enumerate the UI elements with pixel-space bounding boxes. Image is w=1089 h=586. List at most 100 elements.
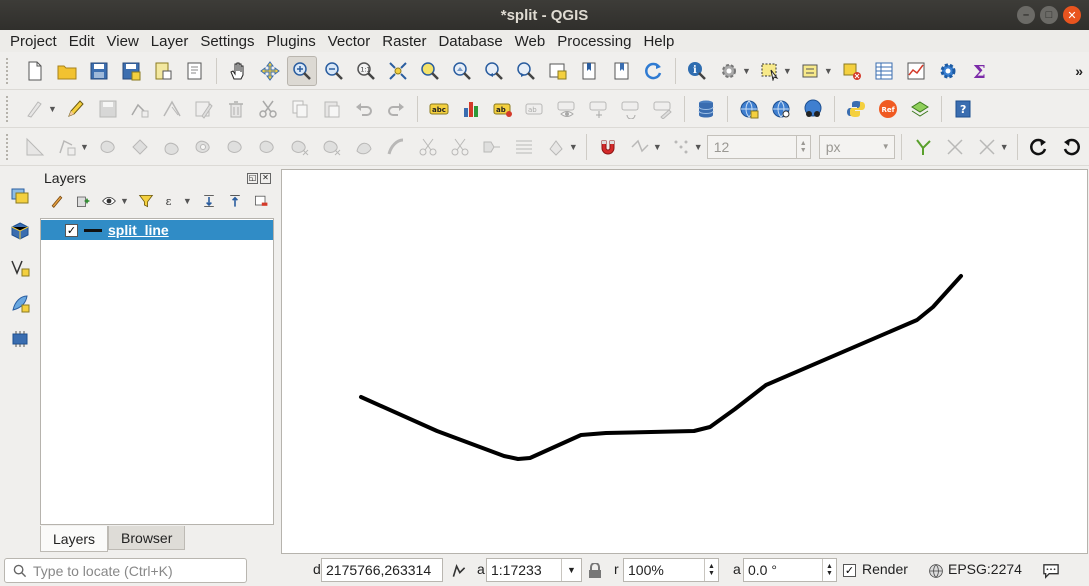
minimize-button[interactable]: – xyxy=(1017,6,1035,24)
layer-labeling-button[interactable]: abc xyxy=(424,94,454,124)
chevron-down-icon[interactable]: ▼ xyxy=(824,66,833,76)
open-project-button[interactable] xyxy=(52,56,82,86)
add-part-button[interactable] xyxy=(221,132,251,162)
close-panel-button[interactable]: ✕ xyxy=(260,172,271,184)
new-virtual-layer-button[interactable] xyxy=(5,324,35,354)
zoom-last-button[interactable] xyxy=(479,56,509,86)
manage-map-themes-button[interactable] xyxy=(98,190,120,212)
move-feature-button[interactable] xyxy=(93,132,123,162)
undo-rotate-button[interactable] xyxy=(1056,132,1086,162)
rotation-spinbox[interactable]: 0.0 ° ▲ ▼ xyxy=(743,558,837,582)
vertex-tool-button[interactable] xyxy=(157,94,187,124)
new-spatialite-layer-button[interactable] xyxy=(5,288,35,318)
actions-button[interactable] xyxy=(714,56,744,86)
offset-curve-button[interactable] xyxy=(381,132,411,162)
chevron-down-icon[interactable]: ▼ xyxy=(783,66,792,76)
crs-label[interactable]: EPSG:2274 xyxy=(948,561,1022,577)
close-button[interactable]: ✕ xyxy=(1063,6,1081,24)
cut-features-button[interactable] xyxy=(253,94,283,124)
layer-row[interactable]: ✓ split_line xyxy=(41,220,273,240)
rotate-label-button[interactable] xyxy=(616,94,646,124)
crs-globe-icon[interactable] xyxy=(928,563,944,579)
scale-select[interactable]: 1:17233 ▼ xyxy=(486,558,582,582)
menu-plugins[interactable]: Plugins xyxy=(261,33,322,50)
show-bookmarks-button[interactable] xyxy=(607,56,637,86)
save-edits-button[interactable] xyxy=(93,94,123,124)
rotate-point-symbols-button[interactable] xyxy=(541,132,571,162)
coordinate-mode-icon[interactable] xyxy=(451,563,467,579)
toggle-editing-button[interactable] xyxy=(61,94,91,124)
data-source-manager-button[interactable] xyxy=(5,180,35,210)
zoom-out-button[interactable] xyxy=(319,56,349,86)
rotate-feature-button[interactable] xyxy=(125,132,155,162)
zoom-to-layer-button[interactable] xyxy=(447,56,477,86)
menu-layer[interactable]: Layer xyxy=(145,33,195,50)
new-map-view-button[interactable] xyxy=(543,56,573,86)
snapping-unit-select[interactable]: px ▼ xyxy=(818,134,895,159)
redo-rotate-button[interactable] xyxy=(1024,132,1054,162)
render-checkbox[interactable]: ✓ xyxy=(843,564,856,577)
open-layer-styling-button[interactable] xyxy=(46,190,68,212)
lock-icon[interactable] xyxy=(588,563,602,579)
self-snapping-button[interactable] xyxy=(972,132,1002,162)
spin-arrows[interactable]: ▲ ▼ xyxy=(822,559,836,581)
add-wms-layer-button[interactable] xyxy=(734,94,764,124)
statistical-summary-button[interactable] xyxy=(901,56,931,86)
toolbar-overflow-button[interactable]: » xyxy=(1075,63,1083,79)
menu-processing[interactable]: Processing xyxy=(551,33,637,50)
zoom-to-selection-button[interactable] xyxy=(415,56,445,86)
ref-plugin-button[interactable]: Ref xyxy=(873,94,903,124)
split-line-feature[interactable] xyxy=(359,274,963,461)
merge-features-button[interactable] xyxy=(477,132,507,162)
help-contents-button[interactable]: ? xyxy=(948,94,978,124)
select-features-button[interactable] xyxy=(755,56,785,86)
toolbar-grip[interactable] xyxy=(6,133,12,160)
filter-by-expression-button[interactable]: ε xyxy=(161,190,183,212)
filter-legend-button[interactable] xyxy=(135,190,157,212)
snapping-mode-button[interactable] xyxy=(625,132,655,162)
paste-features-button[interactable] xyxy=(317,94,347,124)
messages-icon[interactable] xyxy=(1042,563,1060,579)
copy-features-button[interactable] xyxy=(285,94,315,124)
delete-selected-button[interactable] xyxy=(221,94,251,124)
refresh-button[interactable] xyxy=(639,56,669,86)
toolbox-button[interactable] xyxy=(933,56,963,86)
zoom-in-button[interactable] xyxy=(287,55,317,86)
layout-manager-button[interactable] xyxy=(180,56,210,86)
new-shapefile-layer-button[interactable] xyxy=(5,252,35,282)
layers-plugin-button[interactable] xyxy=(905,94,935,124)
new-bookmark-button[interactable] xyxy=(575,56,605,86)
menu-web[interactable]: Web xyxy=(509,33,552,50)
pan-to-selection-button[interactable] xyxy=(255,56,285,86)
new-geopackage-layer-button[interactable] xyxy=(5,216,35,246)
save-as-button[interactable] xyxy=(116,56,146,86)
chevron-down-icon[interactable]: ▼ xyxy=(183,196,192,206)
menu-project[interactable]: Project xyxy=(4,33,63,50)
split-parts-button[interactable] xyxy=(445,132,475,162)
menu-database[interactable]: Database xyxy=(432,33,508,50)
topological-editing-button[interactable] xyxy=(908,132,938,162)
zoom-full-button[interactable] xyxy=(383,56,413,86)
reshape-features-button[interactable] xyxy=(349,132,379,162)
toolbar-grip[interactable] xyxy=(6,95,12,122)
delete-ring-button[interactable] xyxy=(285,132,315,162)
snap-intersection-button[interactable] xyxy=(940,132,970,162)
db-manager-button[interactable] xyxy=(691,94,721,124)
add-group-button[interactable] xyxy=(72,190,94,212)
menu-edit[interactable]: Edit xyxy=(63,33,101,50)
menu-help[interactable]: Help xyxy=(637,33,680,50)
pin-labels-button[interactable]: ab xyxy=(520,94,550,124)
delete-part-button[interactable] xyxy=(317,132,347,162)
menu-view[interactable]: View xyxy=(101,33,145,50)
modify-attributes-button[interactable] xyxy=(189,94,219,124)
add-ring-button[interactable] xyxy=(189,132,219,162)
show-hide-labels-button[interactable] xyxy=(552,94,582,124)
simplify-feature-button[interactable] xyxy=(157,132,187,162)
change-label-button[interactable] xyxy=(648,94,678,124)
redo-button[interactable] xyxy=(381,94,411,124)
layer-visibility-checkbox[interactable]: ✓ xyxy=(65,223,78,237)
advanced-digitizing-button[interactable] xyxy=(20,132,50,162)
menu-raster[interactable]: Raster xyxy=(376,33,432,50)
toolbar-grip[interactable] xyxy=(6,57,12,84)
open-attribute-table-button[interactable] xyxy=(869,56,899,86)
